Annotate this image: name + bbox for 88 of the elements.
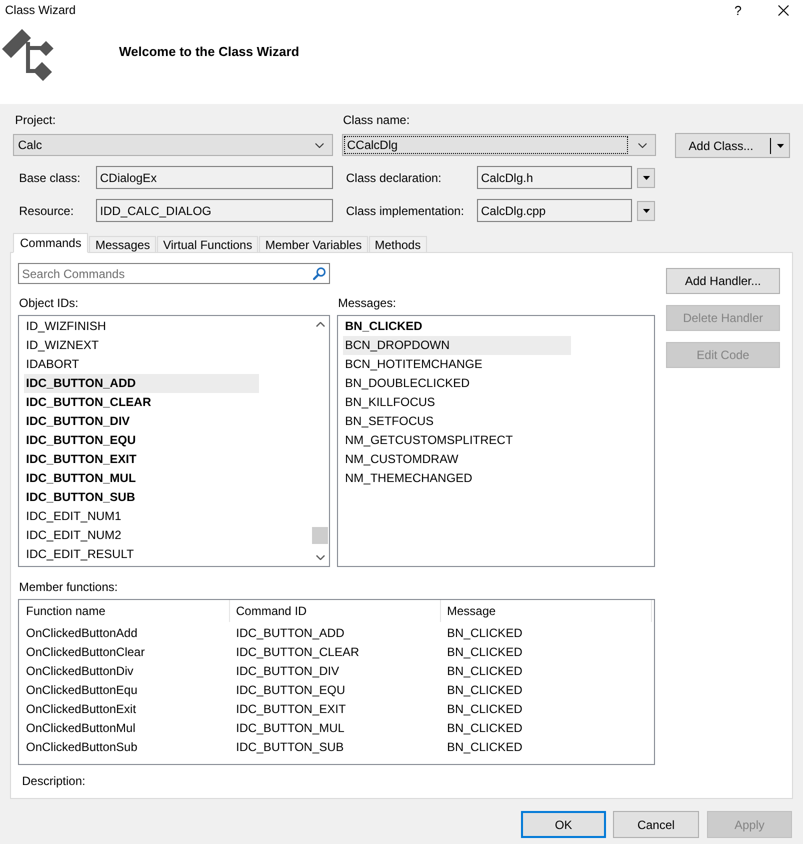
dialog-button[interactable]: Cancel	[613, 811, 699, 838]
tab[interactable]: Commands	[13, 233, 88, 253]
window-title: Class Wizard	[5, 3, 76, 17]
table-cell: BN_CLICKED	[447, 645, 522, 659]
caret-icon	[642, 176, 650, 180]
list-item[interactable]: IDC_EDIT_RESULT	[24, 545, 259, 564]
field-label: Class name:	[343, 112, 410, 128]
caret-icon	[642, 208, 650, 212]
section-label: Description:	[22, 773, 86, 789]
class-declaration-field: CalcDlg.h	[477, 166, 632, 189]
table-cell: OnClickedButtonDiv	[26, 664, 134, 678]
table-cell: BN_CLICKED	[447, 626, 522, 640]
table-cell: IDC_BUTTON_CLEAR	[236, 645, 360, 659]
list-item[interactable]: BCN_HOTITEMCHANGE	[343, 355, 571, 374]
resource-field: IDD_CALC_DIALOG	[96, 199, 333, 222]
tab[interactable]: Methods	[368, 236, 427, 253]
list-item[interactable]: NM_GETCUSTOMSPLITRECT	[343, 431, 571, 450]
search-icon	[313, 267, 326, 280]
list-item[interactable]: IDC_BUTTON_CLEAR	[24, 393, 259, 412]
list-item[interactable]: ID_WIZFINISH	[24, 317, 259, 336]
table-cell: OnClickedButtonEqu	[26, 683, 138, 697]
tab[interactable]: Virtual Functions	[157, 236, 258, 253]
column-header[interactable]: Function name	[19, 600, 230, 622]
diamond-tree-icon	[2, 28, 56, 82]
list-item[interactable]: ID_WIZNEXT	[24, 336, 259, 355]
field-label: Base class:	[19, 170, 80, 186]
list-item[interactable]: IDC_BUTTON_DIV	[24, 412, 259, 431]
table-cell: OnClickedButtonSub	[26, 740, 138, 754]
add-class-button[interactable]: Add Class...	[675, 133, 790, 158]
list-item[interactable]: IDC_BUTTON_EXIT	[24, 450, 259, 469]
dropdown-button[interactable]	[637, 200, 655, 220]
chevron-down-icon	[638, 142, 647, 148]
list-item[interactable]: BCN_DROPDOWN	[343, 336, 571, 355]
field-label: Class implementation:	[346, 202, 464, 218]
list-item[interactable]: BN_KILLFOCUS	[343, 393, 571, 412]
list-item[interactable]: BN_SETFOCUS	[343, 412, 571, 431]
table-cell: IDC_BUTTON_SUB	[236, 740, 344, 754]
dialog-button[interactable]: OK	[521, 811, 606, 838]
chevron-down-icon	[315, 142, 324, 148]
table-cell: IDC_BUTTON_ADD	[236, 626, 344, 640]
table-cell: OnClickedButtonClear	[26, 645, 145, 659]
chevron-down-icon[interactable]	[316, 555, 325, 560]
list-item[interactable]: IDC_EDIT_NUM2	[24, 526, 259, 545]
list-item[interactable]: IDC_BUTTON_MUL	[24, 469, 259, 488]
table-cell: IDC_BUTTON_EQU	[236, 683, 346, 697]
chevron-up-icon[interactable]	[316, 322, 325, 327]
scrollbar-thumb[interactable]	[312, 527, 328, 544]
field-label: Project:	[15, 112, 56, 128]
list-item[interactable]: BN_CLICKED	[343, 317, 571, 336]
list-label: Object IDs:	[19, 295, 78, 311]
class-implementation-field: CalcDlg.cpp	[477, 199, 632, 222]
caret-icon	[777, 144, 784, 148]
handler-button[interactable]: Add Handler...	[666, 268, 780, 294]
table-cell: IDC_BUTTON_MUL	[236, 721, 344, 735]
table-cell: IDC_BUTTON_EXIT	[236, 702, 346, 716]
table-cell: BN_CLICKED	[447, 721, 522, 735]
project-combo[interactable]: Calc	[13, 134, 333, 156]
table-cell: OnClickedButtonMul	[26, 721, 136, 735]
table-cell: BN_CLICKED	[447, 683, 522, 697]
list-item[interactable]: NM_THEMECHANGED	[343, 469, 571, 488]
close-icon	[778, 4, 788, 16]
table-cell: BN_CLICKED	[447, 664, 522, 678]
table-cell: IDC_BUTTON_DIV	[236, 664, 340, 678]
table-cell: OnClickedButtonExit	[26, 702, 136, 716]
list-item[interactable]: NM_CUSTOMDRAW	[343, 450, 571, 469]
header-title: Welcome to the Class Wizard	[119, 44, 300, 59]
search-field[interactable]: Search Commands	[18, 263, 330, 284]
list-label: Messages:	[338, 295, 396, 311]
list-item[interactable]: IDC_BUTTON_SUB	[24, 488, 259, 507]
tab[interactable]: Messages	[89, 236, 156, 253]
list-item[interactable]: IDC_BUTTON_ADD	[24, 374, 259, 393]
list-item[interactable]: IDC_EDIT_NUM1	[24, 507, 259, 526]
base-class-field: CDialogEx	[96, 166, 333, 189]
list-item[interactable]: IDC_BUTTON_EQU	[24, 431, 259, 450]
list-item[interactable]: IDABORT	[24, 355, 259, 374]
help-button[interactable]: ?	[728, 0, 748, 20]
class-name-combo[interactable]: CCalcDlg	[342, 134, 656, 156]
table-cell: BN_CLICKED	[447, 740, 522, 754]
table-cell: BN_CLICKED	[447, 702, 522, 716]
tab[interactable]: Member Variables	[259, 236, 368, 253]
field-label: Class declaration:	[346, 170, 442, 186]
column-header[interactable]: Command ID	[230, 600, 441, 622]
field-label: Resource:	[19, 202, 74, 218]
table-cell: OnClickedButtonAdd	[26, 626, 138, 640]
section-label: Member functions:	[19, 579, 118, 595]
dropdown-button[interactable]	[637, 168, 655, 188]
list-item[interactable]: BN_DOUBLECLICKED	[343, 374, 571, 393]
column-header[interactable]: Message	[441, 600, 652, 622]
